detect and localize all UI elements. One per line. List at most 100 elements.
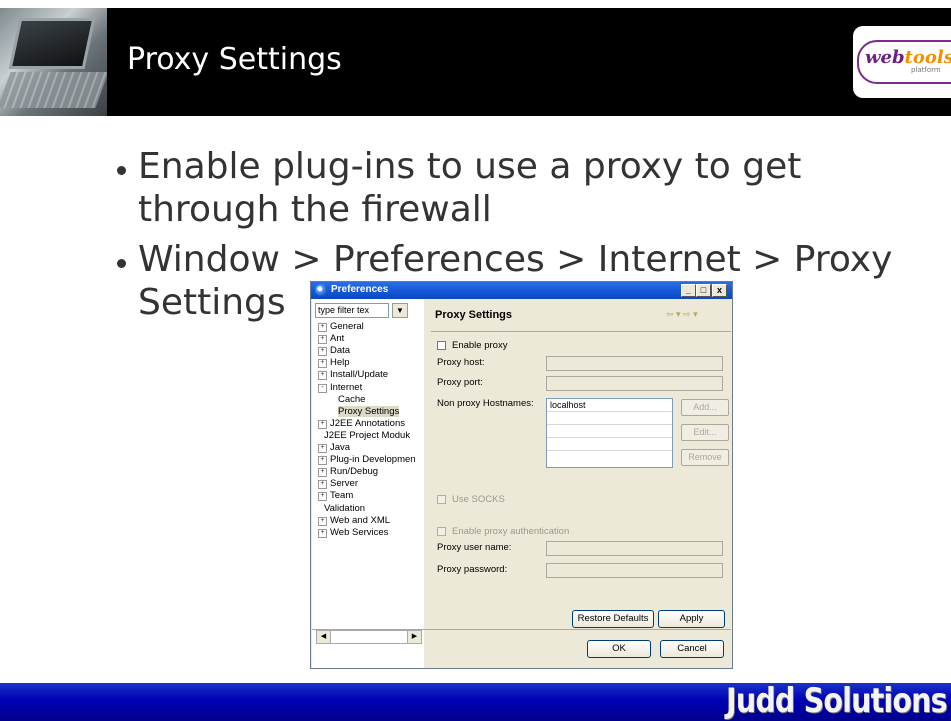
tree-item[interactable]: + Java — [318, 442, 350, 454]
expand-icon[interactable]: + — [318, 480, 327, 490]
non-proxy-hostnames-label: Non proxy Hostnames: — [437, 398, 534, 409]
use-socks-label: Use SOCKS — [452, 494, 505, 505]
bullet-1-line-2: through the firewall — [138, 189, 492, 230]
use-socks-checkbox[interactable] — [437, 495, 446, 504]
tree-item[interactable]: + Web and XML — [318, 515, 390, 527]
tree-item[interactable]: Validation — [318, 503, 365, 515]
proxy-port-label: Proxy port: — [437, 377, 483, 388]
proxy-host-label: Proxy host: — [437, 357, 485, 368]
tree-item[interactable]: + Plug-in Developmen — [318, 454, 416, 466]
header-top-strip — [0, 0, 951, 8]
list-item[interactable]: localhost — [547, 399, 672, 412]
tree-item[interactable]: + Data — [318, 345, 350, 357]
tree-item-label: Web Services — [330, 526, 389, 538]
enable-proxy-checkbox[interactable] — [437, 341, 446, 350]
bullet-dot — [117, 259, 126, 268]
scroll-right-icon[interactable]: ▶ — [407, 631, 421, 643]
tree-item[interactable]: + Team — [318, 490, 353, 502]
expand-icon[interactable]: + — [318, 444, 327, 453]
enable-proxy-label: Enable proxy — [452, 340, 508, 351]
tree-item-label: Ant — [330, 333, 345, 345]
bullet-2-line-2: Settings — [138, 282, 286, 323]
slide-title: Proxy Settings — [127, 42, 342, 77]
proxy-password-field[interactable] — [546, 563, 723, 578]
dialog-title-bar[interactable]: Preferences _ □ x — [311, 282, 732, 299]
expand-icon[interactable]: + — [318, 335, 327, 345]
expand-icon[interactable]: + — [318, 419, 327, 429]
proxy-user-label: Proxy user name: — [437, 542, 512, 553]
edit-button[interactable]: Edit... — [681, 424, 729, 441]
expand-icon[interactable]: + — [318, 492, 327, 502]
list-item[interactable] — [547, 425, 672, 438]
tree-item-label: Data — [330, 345, 351, 357]
enable-auth-checkbox[interactable] — [437, 527, 446, 536]
laptop-image — [0, 8, 107, 116]
list-item[interactable] — [547, 412, 672, 425]
tree-item-label: Java — [330, 442, 351, 453]
tree-item[interactable]: + Install/Update — [318, 369, 388, 381]
ok-button[interactable]: OK — [587, 640, 651, 658]
proxy-user-field[interactable] — [546, 541, 723, 556]
tree-item-label: Internet — [330, 381, 363, 393]
tree-item[interactable]: Cache — [332, 394, 365, 406]
cancel-button[interactable]: Cancel — [660, 640, 724, 658]
footer-brand: Judd Solutions — [726, 681, 948, 721]
proxy-host-field[interactable] — [546, 356, 723, 371]
remove-button[interactable]: Remove — [681, 449, 729, 466]
preferences-tree-pane: type filter tex ▼ + General + Ant + Data + Help… — [312, 299, 424, 668]
bullet-dot — [117, 166, 126, 175]
dialog-title: Preferences — [331, 284, 389, 295]
filter-input[interactable]: type filter tex — [315, 303, 389, 318]
expand-icon[interactable]: + — [318, 359, 327, 369]
close-button[interactable]: x — [712, 284, 727, 297]
non-proxy-hosts-list[interactable]: localhost — [546, 398, 673, 468]
tree-item-label: Web and XML — [330, 514, 391, 526]
tree-item-label: J2EE Project Moduk — [324, 429, 411, 441]
expand-icon[interactable]: + — [318, 456, 327, 466]
expand-icon[interactable]: + — [318, 347, 327, 357]
collapse-icon[interactable]: - — [318, 383, 327, 393]
webtools-logo: webtools platform — [853, 26, 951, 98]
apply-button[interactable]: Apply — [658, 610, 725, 628]
expand-icon[interactable]: + — [318, 371, 327, 381]
tree-item[interactable]: + Web Services — [318, 527, 388, 539]
bullet-2-line-1: Window > Preferences > Internet > Proxy — [138, 239, 893, 280]
expand-icon[interactable]: + — [318, 516, 327, 526]
tree-item[interactable]: + Server — [318, 478, 358, 490]
divider — [431, 331, 731, 332]
proxy-password-label: Proxy password: — [437, 564, 508, 575]
add-button[interactable]: Add... — [681, 399, 729, 416]
enable-auth-label: Enable proxy authentication — [452, 526, 570, 537]
tree-item[interactable]: + Ant — [318, 333, 344, 345]
tree-item-label: Cache — [338, 393, 366, 405]
tree-item-label: Team — [330, 490, 354, 502]
tree-item[interactable]: + General — [318, 321, 364, 333]
preferences-dialog: Preferences _ □ x type filter tex ▼ + Gen… — [310, 281, 733, 669]
tree-item-label: Proxy Settings — [338, 405, 400, 417]
tree-item-label: J2EE Annotations — [330, 417, 405, 429]
scroll-left-icon[interactable]: ◀ — [317, 631, 331, 643]
proxy-port-field[interactable] — [546, 376, 723, 391]
expand-icon[interactable]: + — [318, 528, 327, 538]
expand-icon[interactable]: + — [318, 323, 327, 332]
eclipse-icon — [315, 284, 327, 296]
tree-item[interactable]: Proxy Settings — [332, 405, 400, 418]
list-item[interactable] — [547, 438, 672, 451]
tree-item-label: Run/Debug — [330, 466, 379, 478]
tree-item-label: Validation — [324, 502, 366, 514]
navigation-arrows-icon[interactable]: ⇦ ▾ ⇨ ▾ — [666, 309, 698, 320]
minimize-button[interactable]: _ — [681, 284, 696, 297]
divider — [312, 629, 731, 630]
bullet-1-line-1: Enable plug-ins to use a proxy to get — [138, 146, 802, 187]
tree-item[interactable]: J2EE Project Moduk — [318, 430, 410, 442]
restore-defaults-button[interactable]: Restore Defaults — [572, 610, 654, 628]
expand-icon[interactable]: + — [318, 468, 327, 478]
horizontal-scrollbar[interactable]: ◀ ▶ — [316, 630, 422, 644]
tree-item[interactable]: + J2EE Annotations — [318, 418, 405, 430]
tree-item[interactable]: + Help — [318, 357, 350, 369]
maximize-button[interactable]: □ — [696, 284, 711, 297]
filter-dropdown-button[interactable]: ▼ — [392, 303, 408, 318]
tree-item[interactable]: + Run/Debug — [318, 466, 378, 478]
page-title: Proxy Settings — [435, 309, 513, 321]
tree-item[interactable]: - Internet — [318, 382, 362, 394]
